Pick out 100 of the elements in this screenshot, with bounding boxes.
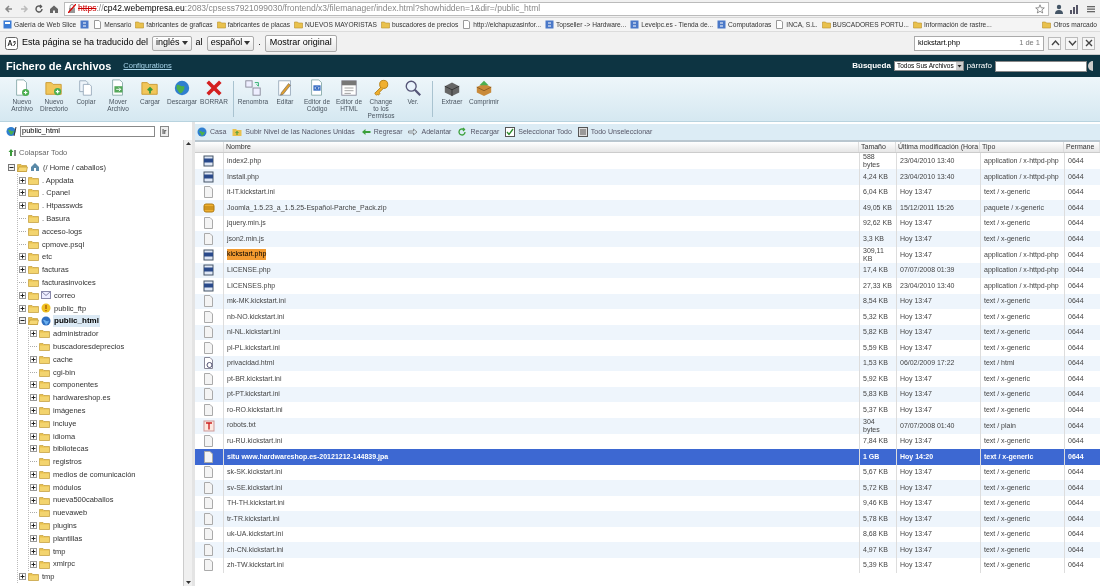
expand-icon[interactable] — [30, 483, 37, 491]
folder-icon — [39, 354, 50, 364]
x-icon — [205, 79, 223, 97]
expand-icon[interactable] — [19, 176, 26, 184]
file-icon — [203, 372, 215, 385]
checkbox-icon — [505, 127, 516, 137]
expand-icon[interactable] — [30, 560, 37, 568]
expand-icon[interactable] — [30, 535, 37, 542]
page-icon[interactable] — [93, 20, 103, 29]
file-icon — [203, 326, 215, 339]
folder-icon — [39, 470, 50, 479]
expand-icon[interactable] — [19, 304, 26, 312]
file-icon — [203, 435, 215, 448]
folder-icon — [28, 214, 39, 224]
arrow-right-icon — [408, 127, 419, 137]
translate-message: Esta página se ha traducido del — [22, 36, 149, 50]
file-icon — [203, 186, 215, 199]
file-icon — [203, 403, 215, 416]
search-field[interactable] — [995, 60, 1087, 72]
php-file-icon — [203, 170, 215, 183]
scroll-down-icon[interactable] — [184, 579, 192, 586]
file-icon — [203, 543, 215, 556]
expand-icon[interactable] — [30, 381, 37, 389]
file-icon — [203, 295, 215, 308]
expand-icon[interactable] — [19, 202, 26, 210]
site-icon[interactable] — [545, 20, 555, 29]
folder-icon — [39, 393, 50, 403]
address-field[interactable]: https://cp42.webempresa.eu:2083/cpsess7921099030/frontend/x3/filemanager/index.html?showhidden=1&dir=/public_html — [64, 1, 1049, 16]
file-icon — [203, 559, 215, 572]
reload-icon[interactable] — [34, 3, 44, 14]
key-icon — [372, 79, 390, 97]
collapse-all-icon[interactable] — [8, 148, 17, 157]
expand-icon[interactable] — [30, 407, 37, 415]
expand-icon[interactable] — [30, 496, 37, 504]
folder-icon — [39, 342, 50, 352]
scroll-up-icon[interactable] — [184, 140, 192, 147]
package-icon — [475, 79, 493, 97]
menu-icon[interactable] — [1086, 3, 1096, 14]
folder-icon — [39, 380, 50, 390]
folder-icon — [39, 406, 50, 416]
php-file-icon — [203, 155, 215, 167]
show-original-button[interactable]: Mostrar original — [264, 34, 337, 52]
expand-icon[interactable] — [30, 419, 37, 427]
next-icon[interactable] — [1066, 38, 1077, 48]
file-icon — [203, 232, 215, 245]
folder-icon — [39, 482, 50, 492]
expand-icon[interactable] — [30, 355, 37, 363]
bars-icon[interactable] — [1069, 3, 1081, 14]
collapse-icon[interactable] — [8, 163, 15, 171]
folder-up-icon — [232, 127, 243, 137]
folder-icon — [39, 457, 50, 467]
tree-item[interactable]: public_html — [53, 314, 100, 327]
expand-icon[interactable] — [19, 266, 26, 274]
file-icon — [203, 528, 215, 541]
site-icon[interactable] — [630, 20, 640, 29]
expand-icon[interactable] — [30, 522, 37, 530]
folder-icon — [28, 265, 39, 275]
search-label: Búsqueda — [852, 60, 891, 72]
expand-icon[interactable] — [19, 573, 26, 581]
file-icon — [203, 497, 215, 510]
language-dropdown[interactable]: inglés — [152, 35, 192, 51]
web-file-icon — [203, 357, 215, 370]
search-for-label: párrafo — [966, 60, 992, 72]
scrollbar[interactable] — [183, 140, 192, 586]
expand-icon[interactable] — [19, 253, 26, 261]
close-icon[interactable] — [1083, 38, 1094, 48]
site-icon[interactable] — [717, 20, 727, 29]
collapse-icon[interactable] — [19, 317, 26, 325]
page-icon[interactable] — [775, 20, 785, 29]
person-icon[interactable] — [1054, 3, 1064, 14]
page-icon[interactable] — [462, 20, 472, 29]
expand-icon[interactable] — [30, 471, 37, 478]
expand-icon[interactable] — [19, 291, 26, 299]
expand-icon[interactable] — [30, 445, 37, 453]
text-file-icon — [203, 419, 215, 432]
globe-icon — [173, 79, 191, 97]
expand-icon[interactable] — [30, 330, 37, 338]
expand-icon[interactable] — [19, 189, 26, 197]
expand-icon[interactable] — [30, 432, 37, 440]
language-dropdown[interactable]: español — [206, 35, 255, 51]
lock-icon — [68, 4, 76, 13]
folder-plus-icon — [45, 79, 63, 97]
home-icon[interactable] — [49, 3, 59, 14]
site-icon[interactable] — [80, 20, 90, 29]
folder-icon — [39, 508, 50, 518]
web-slice-icon[interactable] — [3, 20, 12, 29]
expand-icon[interactable] — [30, 394, 37, 402]
folder-icon — [28, 572, 39, 582]
file-icon — [203, 388, 215, 401]
caret-icon — [955, 62, 963, 70]
star-icon[interactable] — [1035, 3, 1045, 14]
folder-icon — [28, 175, 39, 185]
php-file-icon — [203, 248, 215, 261]
folder-icon — [39, 444, 50, 454]
file-icon — [203, 217, 215, 230]
previous-icon[interactable] — [1049, 38, 1060, 48]
globe-icon — [197, 127, 207, 137]
back-icon[interactable] — [4, 3, 14, 14]
folder-icon — [39, 559, 50, 569]
expand-icon[interactable] — [30, 547, 37, 555]
